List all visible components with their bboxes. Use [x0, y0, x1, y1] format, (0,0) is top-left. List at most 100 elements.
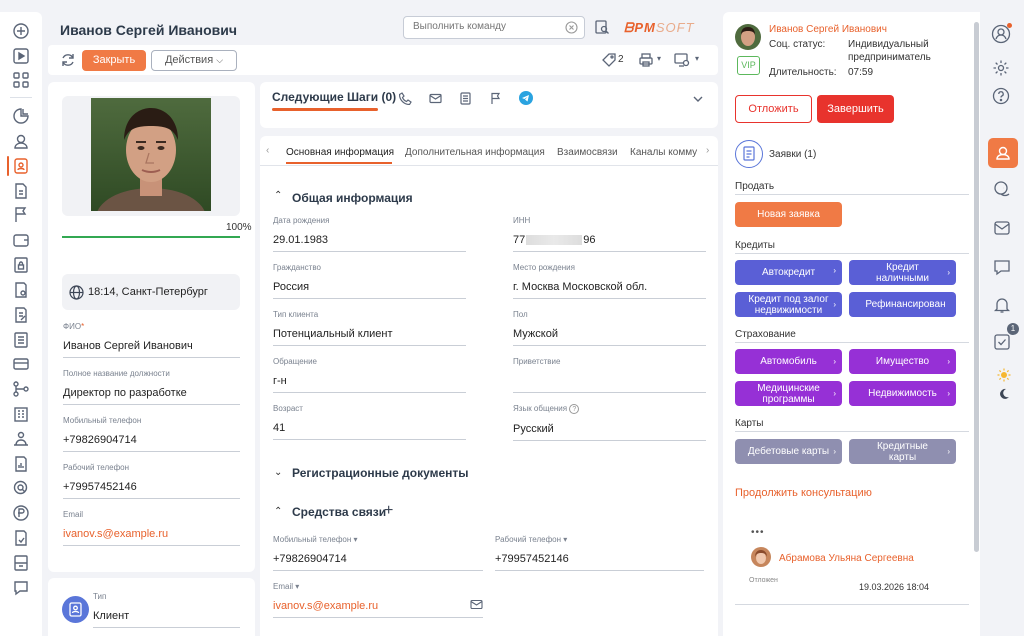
- field-position[interactable]: Полное название должности Директор по ра…: [63, 369, 240, 405]
- tabs-scroll-left-icon[interactable]: ‹: [266, 145, 269, 156]
- contact-center-icon[interactable]: [988, 138, 1018, 168]
- note-icon[interactable]: [459, 92, 472, 105]
- general-field-left-3[interactable]: Обращение г-н: [273, 357, 466, 393]
- email-icon[interactable]: [993, 219, 1011, 237]
- refresh-icon[interactable]: [60, 52, 76, 68]
- comm-email[interactable]: Email ▾ ivanov.s@example.ru: [273, 582, 483, 618]
- help-circle-icon[interactable]: ?: [569, 404, 580, 414]
- mortgage-credit-button[interactable]: Кредит под залог недвижимости ›: [735, 292, 842, 317]
- list-icon[interactable]: [12, 331, 30, 349]
- phone-icon[interactable]: [399, 92, 412, 105]
- command-input[interactable]: [403, 16, 585, 39]
- comm-email-type-chevron[interactable]: ▾: [295, 582, 299, 591]
- comm-mobile[interactable]: Мобильный телефон ▾ +79826904714: [273, 535, 483, 571]
- field-email[interactable]: Email ivanov.s@example.ru: [63, 510, 240, 546]
- general-field-right-2[interactable]: Пол Мужской: [513, 310, 706, 346]
- close-button[interactable]: Закрыть: [82, 50, 146, 71]
- postpone-button[interactable]: Отложить: [735, 95, 812, 123]
- ruble-icon[interactable]: [12, 504, 30, 522]
- requests-label[interactable]: Заявки (1): [769, 149, 816, 160]
- contact-card-icon[interactable]: [7, 156, 30, 176]
- type-value[interactable]: Клиент: [93, 610, 240, 628]
- next-steps-title[interactable]: Следующие Шаги (0): [272, 90, 396, 104]
- medical-insurance-button[interactable]: Медицинские программы ›: [735, 381, 842, 406]
- chart-pie-icon[interactable]: [12, 107, 30, 125]
- car-insurance-button[interactable]: Автомобиль ›: [735, 349, 842, 374]
- general-field-left-1[interactable]: Гражданство Россия: [273, 263, 466, 299]
- tasks-icon[interactable]: [993, 333, 1011, 351]
- chats-icon[interactable]: [993, 180, 1011, 198]
- profile-icon[interactable]: [991, 23, 1012, 44]
- contact-photo[interactable]: [91, 98, 211, 211]
- realestate-insurance-button[interactable]: Недвижимость ›: [849, 381, 956, 406]
- archive-icon[interactable]: [12, 554, 30, 572]
- report-icon[interactable]: [12, 455, 30, 473]
- general-field-left-0[interactable]: Дата рождения 29.01.1983: [273, 216, 466, 252]
- wallet-icon[interactable]: [12, 231, 30, 249]
- notifications-icon[interactable]: [993, 296, 1011, 314]
- doc-settings-icon[interactable]: [12, 281, 30, 299]
- field-work-phone[interactable]: Рабочий телефон +79957452146: [63, 463, 240, 499]
- general-field-right-0[interactable]: ИНН 77 96: [513, 216, 706, 252]
- play-icon[interactable]: [12, 47, 30, 65]
- section-collapse-icon[interactable]: ⌃: [274, 190, 282, 201]
- tab-channels[interactable]: Каналы комму: [630, 147, 698, 158]
- moon-icon[interactable]: [998, 388, 1010, 400]
- general-section-title[interactable]: Общая информация: [292, 191, 413, 205]
- comm-email-value[interactable]: ivanov.s@example.ru: [273, 591, 483, 618]
- search-doc-icon[interactable]: [12, 479, 30, 497]
- command-search-icon[interactable]: [594, 19, 610, 35]
- process-icon[interactable]: [12, 380, 30, 398]
- mail-icon[interactable]: [429, 92, 442, 105]
- comms-section-title[interactable]: Средства связи: [292, 505, 386, 519]
- add-comm-icon[interactable]: +: [384, 502, 393, 520]
- debit-cards-button[interactable]: Дебетовые карты ›: [735, 439, 842, 464]
- command-field[interactable]: [413, 21, 563, 32]
- building-icon[interactable]: [12, 405, 30, 423]
- cash-credit-button[interactable]: Кредит наличными ›: [849, 260, 956, 285]
- email-value[interactable]: ivanov.s@example.ru: [63, 519, 240, 546]
- send-mail-icon[interactable]: [470, 598, 483, 611]
- tab-relations[interactable]: Взаимосвязи: [557, 147, 618, 158]
- general-field-left-2[interactable]: Тип клиента Потенциальный клиент: [273, 310, 466, 346]
- collapse-chevron-icon[interactable]: [692, 93, 704, 105]
- caller-name[interactable]: Иванов Сергей Иванович: [769, 24, 887, 35]
- flag-task-icon[interactable]: [489, 92, 502, 105]
- refinance-button[interactable]: Рефинансирован: [849, 292, 956, 317]
- comm-work[interactable]: Рабочий телефон ▾ +79957452146: [495, 535, 704, 571]
- reg-docs-section-title[interactable]: Регистрационные документы: [292, 466, 469, 480]
- property-insurance-button[interactable]: Имущество ›: [849, 349, 956, 374]
- flag-icon[interactable]: [12, 206, 30, 224]
- print-chevron-icon[interactable]: ▾: [657, 54, 661, 63]
- add-icon[interactable]: [12, 22, 30, 40]
- sun-icon[interactable]: [997, 368, 1011, 382]
- continue-consultation-link[interactable]: Продолжить консультацию: [735, 487, 872, 499]
- requests-icon[interactable]: [735, 140, 763, 168]
- more-icon[interactable]: •••: [751, 527, 765, 538]
- comm-work-type-chevron[interactable]: ▾: [563, 535, 567, 544]
- general-field-left-4[interactable]: Возраст 41: [273, 404, 466, 440]
- field-fio[interactable]: ФИО* Иванов Сергей Иванович: [63, 322, 240, 358]
- autocredit-button[interactable]: Автокредит ›: [735, 260, 842, 285]
- comm-mobile-type-chevron[interactable]: ▾: [354, 535, 358, 544]
- tag-icon[interactable]: [602, 53, 616, 67]
- section-collapse-icon-2[interactable]: ⌃: [274, 506, 282, 517]
- actions-button[interactable]: Действия ⌵: [151, 50, 237, 71]
- general-field-right-4[interactable]: Язык общения ? Русский: [513, 404, 706, 441]
- credit-cards-button[interactable]: Кредитные карты ›: [849, 439, 956, 464]
- finish-button[interactable]: Завершить: [817, 95, 894, 123]
- general-field-right-3[interactable]: Приветствие: [513, 357, 706, 393]
- field-mobile[interactable]: Мобильный телефон +79826904714: [63, 416, 240, 452]
- checklist-icon[interactable]: [12, 529, 30, 547]
- apps-icon[interactable]: [12, 71, 30, 89]
- agent-name[interactable]: Абрамова Ульяна Сергеевна: [779, 553, 914, 564]
- new-request-button[interactable]: Новая заявка: [735, 202, 842, 227]
- section-expand-icon[interactable]: ⌄: [274, 467, 282, 478]
- screen-chevron-icon[interactable]: ▾: [695, 54, 699, 63]
- tab-main-info[interactable]: Основная информация: [286, 147, 394, 158]
- screen-settings-icon[interactable]: [674, 52, 690, 68]
- tab-additional-info[interactable]: Дополнительная информация: [405, 147, 545, 158]
- contact-icon[interactable]: [12, 132, 30, 150]
- chat-icon[interactable]: [12, 579, 30, 597]
- messages-icon[interactable]: [993, 258, 1011, 276]
